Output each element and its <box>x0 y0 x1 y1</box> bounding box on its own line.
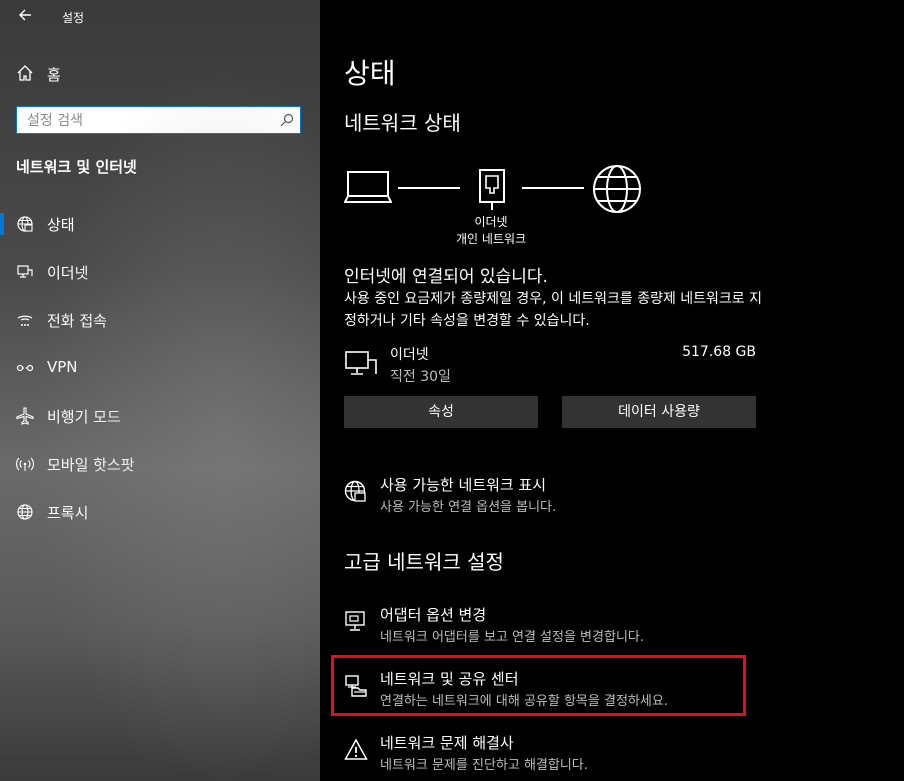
sidebar-item-label: VPN <box>47 358 78 376</box>
dialup-icon <box>17 315 33 326</box>
advanced-settings-heading: 고급 네트워크 설정 <box>344 550 504 574</box>
adapter-icon <box>345 611 365 631</box>
sidebar-nav: 상태 이더넷 전화 접속 VPN 비행기 모드 모바일 핫스팟 프록시 <box>0 200 320 536</box>
ethernet-port-icon <box>479 169 505 210</box>
sidebar-item-proxy[interactable]: 프록시 <box>0 488 320 536</box>
highlight-annotation-box <box>331 655 746 716</box>
home-icon <box>17 65 33 81</box>
link-description: 네트워크 문제를 진단하고 해결합니다. <box>380 758 588 773</box>
properties-button[interactable]: 속성 <box>344 396 538 428</box>
link-title: 어댑터 옵션 변경 <box>380 606 487 624</box>
link-title: 사용 가능한 네트워크 표시 <box>380 476 547 494</box>
window-title: 설정 <box>62 11 85 25</box>
connection-summary: 이더넷 직전 30일 517.68 GB <box>344 344 756 388</box>
metered-description: 사용 중인 요금제가 종량제일 경우, 이 네트워크를 종량제 네트워크로 지정… <box>344 291 763 329</box>
data-usage-amount: 517.68 GB <box>682 344 756 360</box>
show-available-networks-link[interactable]: 사용 가능한 네트워크 표시 사용 가능한 연결 옵션을 봅니다. <box>344 474 734 518</box>
network-diagram: 이더넷 개인 네트워크 <box>344 162 664 252</box>
connection-line <box>522 187 584 189</box>
search-input[interactable] <box>25 108 279 134</box>
sidebar: 설정 홈 네트워크 및 인터넷 상태 이더넷 전화 접속 VPN 비행기 모드 <box>0 0 320 781</box>
connection-name: 이더넷 <box>390 347 429 363</box>
search-box[interactable] <box>16 106 301 134</box>
hotspot-icon <box>16 457 34 471</box>
connection-status-text: 인터넷에 연결되어 있습니다. <box>344 267 548 287</box>
network-status-heading: 네트워크 상태 <box>344 111 461 135</box>
page-title: 상태 <box>344 57 396 90</box>
sidebar-item-dialup[interactable]: 전화 접속 <box>0 296 320 344</box>
back-arrow-icon <box>19 9 31 21</box>
data-usage-button[interactable]: 데이터 사용량 <box>562 396 756 428</box>
search-icon[interactable] <box>280 113 294 127</box>
connection-line <box>398 187 460 189</box>
sidebar-item-ethernet[interactable]: 이더넷 <box>0 248 320 296</box>
title-bar: 설정 <box>0 0 320 34</box>
globe-icon <box>593 165 641 213</box>
sidebar-item-label: 이더넷 <box>47 264 89 282</box>
globe-grid-icon <box>344 480 366 502</box>
airplane-icon <box>16 407 34 425</box>
link-title: 네트워크 문제 해결사 <box>380 734 514 752</box>
ethernet-monitor-icon <box>17 265 33 278</box>
globe-grid-icon <box>17 216 33 232</box>
home-nav-item[interactable]: 홈 <box>0 58 320 88</box>
link-description: 사용 가능한 연결 옵션을 봅니다. <box>380 500 557 515</box>
diagram-label-type: 이더넷 <box>474 215 508 229</box>
sidebar-item-label: 비행기 모드 <box>47 408 121 426</box>
sidebar-item-airplane[interactable]: 비행기 모드 <box>0 392 320 440</box>
sidebar-item-label: 모바일 핫스팟 <box>47 456 135 474</box>
usage-period: 직전 30일 <box>390 369 451 385</box>
globe-icon <box>17 504 33 520</box>
sidebar-item-label: 상태 <box>47 216 75 234</box>
warning-icon <box>344 738 368 760</box>
diagram-label-network: 개인 네트워크 <box>455 232 527 246</box>
sidebar-item-label: 전화 접속 <box>47 312 107 330</box>
vpn-icon <box>16 364 34 372</box>
home-label: 홈 <box>47 66 61 84</box>
sidebar-item-status[interactable]: 상태 <box>0 200 320 248</box>
sidebar-section-title: 네트워크 및 인터넷 <box>16 158 137 176</box>
link-description: 네트워크 어댑터를 보고 연결 설정을 변경합니다. <box>380 630 644 645</box>
sidebar-item-vpn[interactable]: VPN <box>0 344 320 392</box>
sidebar-item-label: 프록시 <box>47 504 89 522</box>
back-button[interactable] <box>14 6 36 28</box>
network-troubleshooter-link[interactable]: 네트워크 문제 해결사 네트워크 문제를 진단하고 해결합니다. <box>344 732 734 776</box>
selected-indicator <box>0 213 4 235</box>
laptop-icon <box>344 171 392 203</box>
sidebar-item-hotspot[interactable]: 모바일 핫스팟 <box>0 440 320 488</box>
ethernet-monitor-icon <box>345 351 377 375</box>
adapter-options-link[interactable]: 어댑터 옵션 변경 네트워크 어댑터를 보고 연결 설정을 변경합니다. <box>344 604 734 648</box>
